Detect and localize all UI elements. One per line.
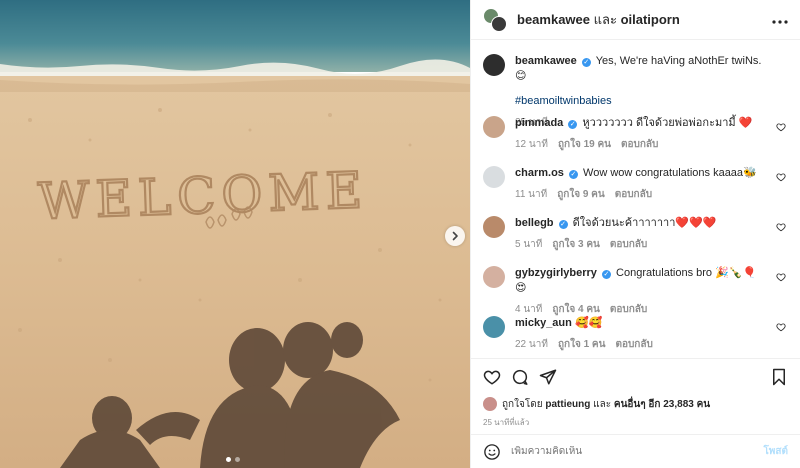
caption-hashtag[interactable]: #beamoiltwinbabies — [515, 94, 762, 109]
coauthor-avatar[interactable] — [491, 15, 507, 32]
comment-row: micky_aun 🥰🥰 22 นาที ถูกใจ 1 คน ตอบกลับ — [483, 316, 788, 358]
post-actions-bar — [471, 358, 800, 394]
post-caption: beamkawee ✓ Yes, We're haVing aNothEr tw… — [483, 54, 788, 128]
comment-input[interactable] — [511, 446, 764, 457]
like-button[interactable] — [483, 368, 501, 386]
post-dialog: WELCOME beamkawee และ oilatiporn beamkaw… — [0, 0, 800, 468]
likes-summary: ถูกใจโดย pattieung และ คนอื่นๆ อีก 23,88… — [471, 394, 800, 414]
more-options-button[interactable] — [772, 11, 788, 29]
next-photo-button[interactable] — [445, 226, 465, 246]
carousel-dot — [235, 457, 240, 462]
comment-row: gybzygirlyberry ✓ Congratulations bro 🎉🍾… — [483, 266, 788, 316]
bookmark-icon — [773, 368, 785, 385]
post-comment-button[interactable]: โพสต์ — [763, 444, 788, 459]
post-authors: beamkawee และ oilatiporn — [517, 9, 680, 30]
verified-icon: ✓ — [601, 270, 611, 279]
comment-avatar[interactable] — [483, 116, 505, 138]
comment-row: bellegb ✓ ดีใจด้วยนะค้าาาาาาา❤️❤️❤️ 5 นา… — [483, 216, 788, 266]
comment-avatar[interactable] — [483, 216, 505, 238]
liker-username[interactable]: pattieung — [545, 399, 590, 410]
post-timestamp[interactable]: 25 นาทีที่แล้ว — [471, 414, 800, 434]
comment-avatar[interactable] — [483, 316, 505, 338]
comment-username[interactable]: bellegb — [515, 217, 554, 229]
emoji-icon — [484, 443, 500, 460]
comment-row: charm.os ✓ Wow wow congratulations kaaaa… — [483, 166, 788, 216]
beach-photo: WELCOME — [0, 0, 470, 468]
comment-username[interactable]: gybzygirlyberry — [515, 267, 597, 279]
heart-icon[interactable] — [776, 172, 786, 182]
likes-others-link[interactable]: คนอื่นๆ อีก 23,883 คน — [614, 397, 710, 412]
emoji-button[interactable] — [483, 443, 501, 461]
comment-time: 12 นาที — [515, 139, 548, 150]
authors-joiner: และ — [593, 12, 617, 27]
comment-likes[interactable]: ถูกใจ 19 คน — [558, 137, 611, 152]
comment-likes[interactable]: ถูกใจ 3 คน — [552, 237, 600, 252]
heart-icon[interactable] — [776, 122, 786, 132]
comment-username[interactable]: pimmada — [515, 117, 563, 129]
post-details-panel: beamkawee และ oilatiporn beamkawee ✓ Yes… — [470, 0, 800, 468]
author-username[interactable]: beamkawee — [517, 12, 590, 27]
reply-button[interactable]: ตอบกลับ — [615, 337, 652, 352]
co-author-avatars[interactable] — [483, 7, 507, 32]
reply-button[interactable]: ตอบกลับ — [610, 302, 647, 317]
heart-icon[interactable] — [776, 222, 786, 232]
carousel-dot-active — [226, 457, 231, 462]
heart-icon[interactable] — [776, 322, 786, 332]
comment-avatar[interactable] — [483, 166, 505, 188]
comment-row: pimmada ✓ หูววววววว ดีใจด้วยพ่อพ่อกะมามี… — [483, 116, 788, 166]
likes-prefix: ถูกใจโดย — [502, 398, 543, 410]
caption-username[interactable]: beamkawee — [515, 55, 577, 67]
comment-time: 4 นาที — [515, 304, 543, 315]
add-comment-bar: โพสต์ — [471, 434, 800, 468]
carousel-dots — [226, 457, 240, 462]
comment-time: 5 นาที — [515, 239, 543, 250]
save-button[interactable] — [770, 368, 788, 386]
chevron-right-icon — [452, 231, 458, 241]
comment-likes[interactable]: ถูกใจ 9 คน — [557, 187, 605, 202]
more-options-icon — [772, 19, 788, 24]
verified-icon: ✓ — [568, 170, 578, 179]
reply-button[interactable]: ตอบกลับ — [610, 237, 647, 252]
comment-username[interactable]: micky_aun — [515, 317, 572, 329]
coauthor-username[interactable]: oilatiporn — [621, 12, 680, 27]
comments-list[interactable]: beamkawee ✓ Yes, We're haVing aNothEr tw… — [471, 40, 800, 358]
liker-avatar[interactable] — [483, 397, 497, 411]
comment-username[interactable]: charm.os — [515, 167, 564, 179]
comment-button[interactable] — [511, 368, 529, 386]
reply-button[interactable]: ตอบกลับ — [615, 187, 652, 202]
comment-avatar[interactable] — [483, 266, 505, 288]
heart-icon — [483, 370, 501, 385]
comment-text: Wow wow congratulations kaaaa🐝 — [583, 167, 757, 179]
comment-time: 11 นาที — [515, 189, 548, 200]
verified-icon: ✓ — [581, 58, 591, 67]
post-header: beamkawee และ oilatiporn — [471, 0, 800, 40]
heart-icon[interactable] — [776, 272, 786, 282]
verified-icon: ✓ — [558, 220, 568, 229]
share-button[interactable] — [539, 368, 557, 386]
reply-button[interactable]: ตอบกลับ — [621, 137, 658, 152]
comment-likes[interactable]: ถูกใจ 1 คน — [558, 337, 606, 352]
comment-text: 🥰🥰 — [574, 317, 603, 329]
comment-likes[interactable]: ถูกใจ 4 คน — [552, 302, 600, 317]
comment-text: ดีใจด้วยนะค้าาาาาาา❤️❤️❤️ — [572, 217, 717, 229]
post-media[interactable]: WELCOME — [0, 0, 470, 468]
likes-joiner: และ — [593, 398, 612, 410]
comment-icon — [512, 369, 528, 385]
sand-writing: WELCOME — [37, 161, 369, 230]
verified-icon: ✓ — [568, 120, 578, 129]
caption-avatar[interactable] — [483, 54, 505, 76]
share-icon — [539, 369, 557, 384]
comment-text: หูววววววว ดีใจด้วยพ่อพ่อกะมามี้ ❤️ — [582, 117, 753, 129]
comment-time: 22 นาที — [515, 339, 548, 350]
